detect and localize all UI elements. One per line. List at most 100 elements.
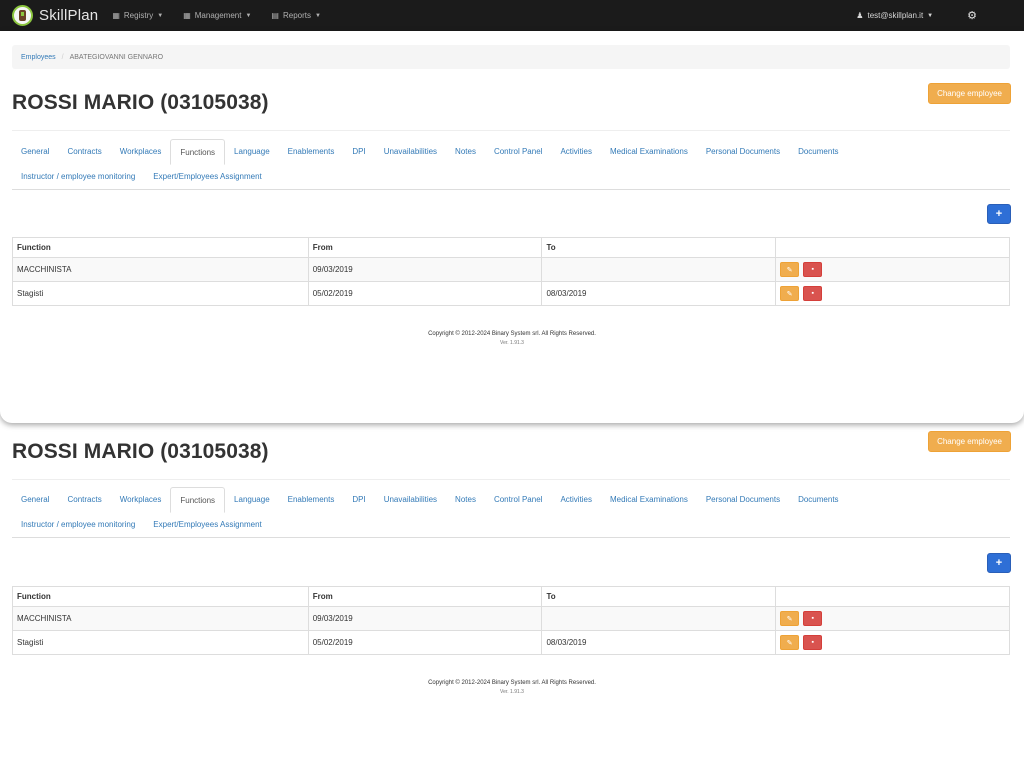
brand[interactable]: SkillPlan <box>12 5 98 26</box>
menu-reports[interactable]: ▤ Reports ▼ <box>271 11 321 20</box>
tab-unavailabilities[interactable]: Unavailabilities <box>375 139 446 164</box>
tab-medical-examinations[interactable]: Medical Examinations <box>601 487 697 512</box>
tab-dpi[interactable]: DPI <box>343 139 374 164</box>
document-icon: ▤ <box>271 11 279 20</box>
page-panel-duplicate: ROSSI MARIO (03105038) Change employee G… <box>0 423 1024 768</box>
trash-icon: ▪ <box>811 615 814 622</box>
tab-control-panel[interactable]: Control Panel <box>485 139 551 164</box>
cell-to <box>541 257 777 282</box>
column-header-from: From <box>307 237 543 258</box>
pencil-icon: ✎ <box>786 615 793 623</box>
user-icon: ♟ <box>856 11 864 20</box>
breadcrumb-current: ABATEGIOVANNI GENNARO <box>69 53 164 61</box>
tab-medical-examinations[interactable]: Medical Examinations <box>601 139 697 164</box>
tab-unavailabilities[interactable]: Unavailabilities <box>375 487 446 512</box>
column-header-actions <box>775 237 1010 258</box>
tab-dpi[interactable]: DPI <box>343 487 374 512</box>
page-title: ROSSI MARIO (03105038) <box>12 440 269 463</box>
delete-button[interactable]: ▪ <box>803 262 823 277</box>
menu-registry[interactable]: ▦ Registry ▼ <box>112 11 163 20</box>
plus-icon: + <box>995 208 1003 220</box>
cell-from: 09/03/2019 <box>307 257 543 282</box>
tab-contracts[interactable]: Contracts <box>58 139 110 164</box>
delete-button[interactable]: ▪ <box>803 286 823 301</box>
gear-icon[interactable]: ⚙ <box>967 9 977 22</box>
pencil-icon: ✎ <box>786 639 793 647</box>
tab-functions[interactable]: Functions <box>170 139 226 165</box>
add-function-button[interactable]: + <box>987 204 1011 224</box>
menu-reports-label: Reports <box>282 11 311 20</box>
breadcrumb-separator: / <box>61 53 64 61</box>
cell-from: 09/03/2019 <box>307 606 543 631</box>
column-header-to: To <box>541 586 777 607</box>
caret-down-icon: ▼ <box>157 12 164 19</box>
tab-language[interactable]: Language <box>225 487 279 512</box>
tab-personal-documents[interactable]: Personal Documents <box>697 487 789 512</box>
tab-instructor-monitoring[interactable]: Instructor / employee monitoring <box>12 512 144 537</box>
tab-general[interactable]: General <box>12 487 58 512</box>
edit-button[interactable]: ✎ <box>780 611 800 626</box>
trash-icon: ▪ <box>811 290 814 297</box>
tab-documents[interactable]: Documents <box>789 139 847 164</box>
cell-function: Stagisti <box>12 630 309 655</box>
table-row: Stagisti 05/02/2019 08/03/2019 ✎ ▪ <box>12 630 1010 655</box>
add-function-button[interactable]: + <box>987 553 1011 573</box>
edit-button[interactable]: ✎ <box>780 635 800 650</box>
cell-from: 05/02/2019 <box>307 281 543 306</box>
column-header-to: To <box>541 237 777 258</box>
calendar-icon: ▦ <box>183 11 191 20</box>
tab-workplaces[interactable]: Workplaces <box>111 487 171 512</box>
tab-expert-assignment[interactable]: Expert/Employees Assignment <box>144 164 271 189</box>
menu-management-label: Management <box>194 11 242 20</box>
tab-notes[interactable]: Notes <box>446 487 485 512</box>
tab-functions[interactable]: Functions <box>170 487 226 513</box>
copyright-text: Copyright © 2012-2024 Binary System srl.… <box>428 331 596 337</box>
tab-language[interactable]: Language <box>225 139 279 164</box>
footer: Copyright © 2012-2024 Binary System srl.… <box>0 330 1024 348</box>
tab-expert-assignment[interactable]: Expert/Employees Assignment <box>144 512 271 537</box>
tab-enablements[interactable]: Enablements <box>279 487 344 512</box>
cell-to: 08/03/2019 <box>541 281 777 306</box>
tab-workplaces[interactable]: Workplaces <box>111 139 171 164</box>
edit-button[interactable]: ✎ <box>780 286 800 301</box>
page-panel: Employees / ABATEGIOVANNI GENNARO ROSSI … <box>0 31 1024 423</box>
tab-enablements[interactable]: Enablements <box>279 139 344 164</box>
tab-notes[interactable]: Notes <box>446 139 485 164</box>
cell-function: MACCHINISTA <box>12 257 309 282</box>
change-employee-button[interactable]: Change employee <box>928 83 1011 104</box>
skillplan-logo-icon <box>12 5 33 26</box>
tab-row-1: General Contracts Workplaces Functions L… <box>12 487 1010 513</box>
cell-actions: ✎ ▪ <box>775 257 1010 282</box>
tab-activities[interactable]: Activities <box>551 139 601 164</box>
trash-icon: ▪ <box>811 639 814 646</box>
tab-activities[interactable]: Activities <box>551 487 601 512</box>
pencil-icon: ✎ <box>786 290 793 298</box>
breadcrumb-employees-link[interactable]: Employees <box>21 54 56 61</box>
delete-button[interactable]: ▪ <box>803 635 823 650</box>
caret-down-icon: ▼ <box>927 12 934 19</box>
menu-management[interactable]: ▦ Management ▼ <box>183 11 251 20</box>
user-menu[interactable]: ♟ test@skillplan.it ▼ <box>856 11 933 20</box>
calendar-icon: ▦ <box>112 11 120 20</box>
version-text: Ver. 1.91.3 <box>500 689 524 695</box>
table-header-row: Function From To <box>12 586 1010 607</box>
delete-button[interactable]: ▪ <box>803 611 823 626</box>
plus-icon: + <box>995 557 1003 569</box>
edit-button[interactable]: ✎ <box>780 262 800 277</box>
cell-actions: ✎ ▪ <box>775 630 1010 655</box>
tab-control-panel[interactable]: Control Panel <box>485 487 551 512</box>
breadcrumb: Employees / ABATEGIOVANNI GENNARO <box>12 45 1010 69</box>
change-employee-button[interactable]: Change employee <box>928 431 1011 452</box>
top-navbar: SkillPlan ▦ Registry ▼ ▦ Management ▼ ▤ … <box>0 0 1024 31</box>
tab-personal-documents[interactable]: Personal Documents <box>697 139 789 164</box>
tab-contracts[interactable]: Contracts <box>58 487 110 512</box>
trash-icon: ▪ <box>811 266 814 273</box>
column-header-function: Function <box>12 586 309 607</box>
tab-general[interactable]: General <box>12 139 58 164</box>
tab-documents[interactable]: Documents <box>789 487 847 512</box>
cell-actions: ✎ ▪ <box>775 281 1010 306</box>
tab-instructor-monitoring[interactable]: Instructor / employee monitoring <box>12 164 144 189</box>
page-title: ROSSI MARIO (03105038) <box>12 91 269 114</box>
column-header-actions <box>775 586 1010 607</box>
tab-underline <box>12 537 1010 538</box>
